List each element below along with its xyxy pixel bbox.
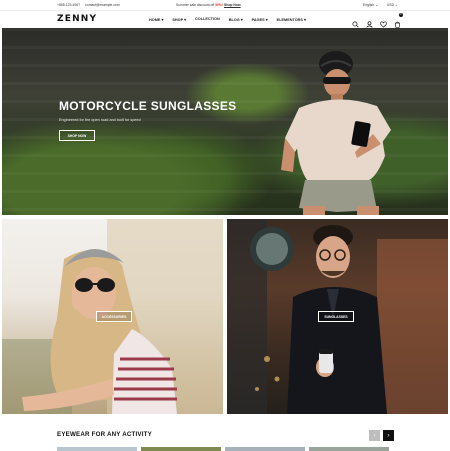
promo-discount: 50%!	[215, 3, 224, 7]
promo-card-accessories[interactable]: ACCESSORIES	[2, 219, 223, 414]
hero-model-image	[281, 51, 391, 215]
user-icon[interactable]	[366, 15, 373, 28]
nav-item-pages[interactable]: PAGES ▾	[252, 17, 268, 22]
promo-shop-link[interactable]: Shop Now	[224, 3, 241, 7]
language-select[interactable]: English ⌄	[363, 3, 378, 7]
carousel-item[interactable]	[309, 447, 389, 451]
nav-item-shop[interactable]: SHOP ▾	[172, 17, 186, 22]
hero-subtitle: Engineered for the open road and built f…	[59, 118, 141, 122]
phone-link[interactable]: +855-123-4567	[57, 3, 80, 7]
hero-shop-now-button[interactable]: SHOP NOW	[59, 130, 95, 141]
carousel-next-button[interactable]: ›	[383, 430, 394, 441]
hero-title: MOTORCYCLE SUNGLASSES	[59, 99, 237, 113]
carousel-item[interactable]	[225, 447, 305, 451]
sunglasses-button[interactable]: SUNGLASSES	[318, 311, 354, 322]
search-icon[interactable]	[352, 15, 359, 28]
email-link[interactable]: contact@example.com	[85, 3, 120, 7]
chevron-down-icon: ⌄	[375, 3, 378, 7]
site-logo[interactable]: ZENNY	[57, 14, 97, 24]
nav-label: COLLECTION	[195, 17, 220, 21]
section-title: EYEWEAR FOR ANY ACTIVITY	[57, 431, 152, 438]
main-nav: HOME ▾ SHOP ▾ COLLECTION BLOG ▾ PAGES ▾ …	[149, 17, 306, 22]
carousel-item[interactable]	[141, 447, 221, 451]
cart-count-badge: 0	[399, 13, 403, 17]
hero-slider[interactable]: MOTORCYCLE SUNGLASSES Engineered for the…	[2, 28, 448, 215]
nav-label: PAGES	[251, 18, 265, 22]
site-header: ZENNY HOME ▾ SHOP ▾ COLLECTION BLOG ▾ PA…	[0, 11, 450, 28]
top-bar: +855-123-4567 contact@example.com Summer…	[0, 0, 450, 10]
carousel-item[interactable]	[57, 447, 137, 451]
chevron-left-icon: ‹	[373, 432, 376, 439]
contact-info: +855-123-4567 contact@example.com	[57, 3, 120, 7]
nav-item-collection[interactable]: COLLECTION	[195, 17, 220, 22]
chevron-right-icon: ›	[387, 432, 390, 439]
nav-label: SHOP	[172, 18, 184, 22]
accessories-button[interactable]: ACCESSORIES	[96, 311, 132, 322]
currency-select[interactable]: USD ⌄	[387, 3, 398, 7]
locale-selectors: English ⌄ USD ⌄	[363, 3, 398, 7]
nav-item-elementors[interactable]: ELEMENTORS ▾	[277, 17, 306, 22]
carousel-prev-button[interactable]: ‹	[369, 430, 380, 441]
nav-label: BLOG	[228, 18, 240, 22]
nav-label: HOME	[149, 18, 161, 22]
promo-card-sunglasses[interactable]: SUNGLASSES	[227, 219, 448, 414]
chevron-down-icon: ⌄	[395, 3, 398, 7]
language-label: English	[363, 3, 375, 7]
header-icons: 0	[352, 13, 403, 28]
product-carousel	[57, 447, 389, 451]
cart-icon[interactable]: 0	[394, 13, 403, 28]
nav-item-home[interactable]: HOME ▾	[149, 17, 163, 22]
heart-icon[interactable]	[380, 15, 387, 28]
currency-label: USD	[386, 3, 395, 7]
nav-item-blog[interactable]: BLOG ▾	[229, 17, 243, 22]
nav-label: ELEMENTORS	[276, 18, 303, 22]
promo-message: Summer sale discount off 50%! Shop Now	[176, 3, 241, 7]
promo-text: Summer sale discount off	[176, 3, 216, 7]
